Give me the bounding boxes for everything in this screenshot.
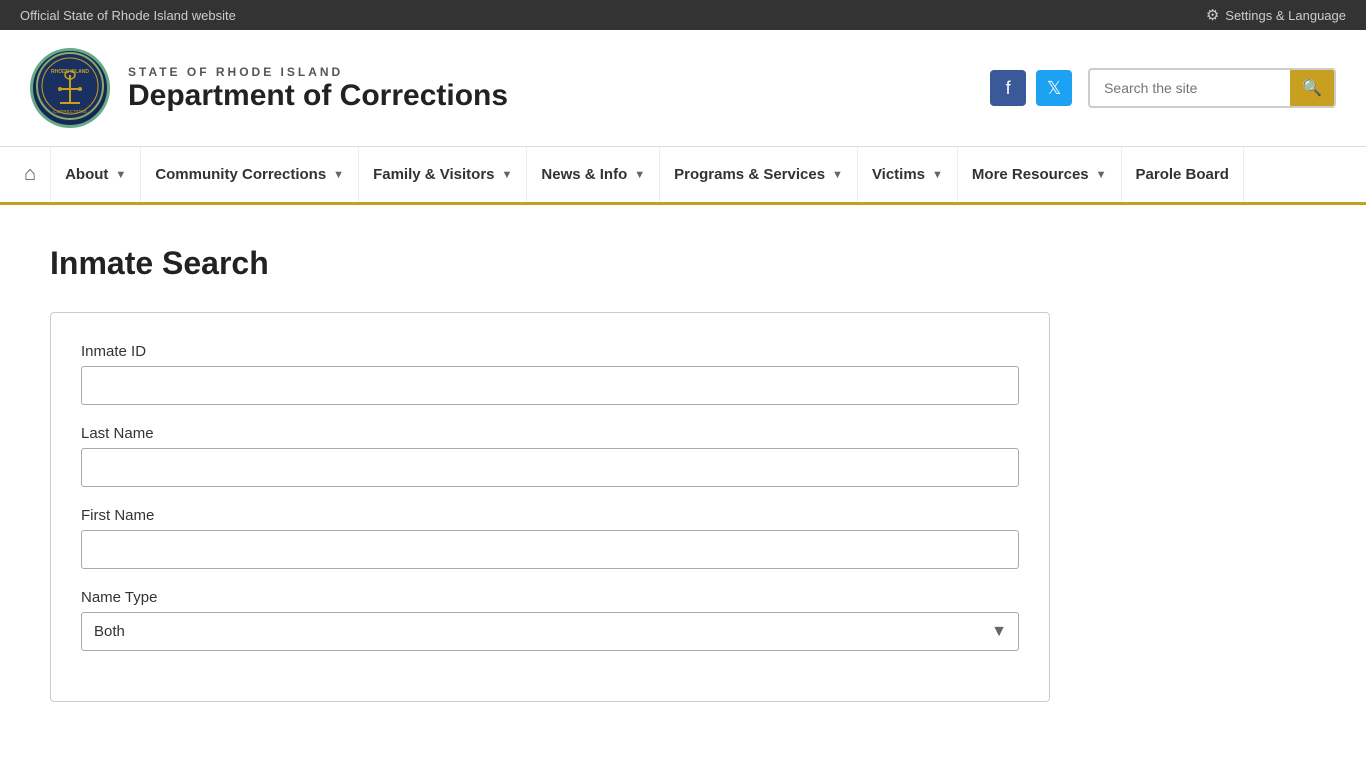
social-icons: f 𝕏 — [990, 70, 1072, 106]
state-label: STATE OF RHODE ISLAND — [128, 65, 508, 79]
twitter-link[interactable]: 𝕏 — [1036, 70, 1072, 106]
nav-about[interactable]: About ▼ — [51, 147, 141, 202]
nav-victims-label: Victims — [872, 166, 925, 183]
site-logo: RHODE ISLAND CORRECTIONS — [30, 48, 110, 128]
last-name-label: Last Name — [81, 425, 1019, 442]
svg-text:CORRECTIONS: CORRECTIONS — [53, 109, 86, 114]
gear-icon: ⚙ — [1206, 6, 1219, 24]
chevron-down-icon: ▼ — [932, 169, 943, 181]
last-name-group: Last Name — [81, 425, 1019, 487]
first-name-label: First Name — [81, 507, 1019, 524]
dept-name: Department of Corrections — [128, 79, 508, 112]
first-name-group: First Name — [81, 507, 1019, 569]
official-text: Official State of Rhode Island website — [20, 8, 236, 23]
main-content: Inmate Search Inmate ID Last Name First … — [0, 205, 1366, 742]
settings-label: Settings & Language — [1225, 8, 1346, 23]
svg-text:RHODE ISLAND: RHODE ISLAND — [51, 69, 89, 75]
twitter-icon: 𝕏 — [1047, 78, 1062, 99]
name-type-label: Name Type — [81, 589, 1019, 606]
inmate-id-input[interactable] — [81, 366, 1019, 405]
last-name-input[interactable] — [81, 448, 1019, 487]
nav-more-resources-label: More Resources — [972, 166, 1089, 183]
nav-parole-board-label: Parole Board — [1136, 166, 1229, 183]
nav-programs-services[interactable]: Programs & Services ▼ — [660, 147, 858, 202]
chevron-down-icon: ▼ — [832, 169, 843, 181]
nav-about-label: About — [65, 166, 108, 183]
nav-family-visitors-label: Family & Visitors — [373, 166, 494, 183]
nav-family-visitors[interactable]: Family & Visitors ▼ — [359, 147, 527, 202]
nav-community-corrections-label: Community Corrections — [155, 166, 326, 183]
nav-more-resources[interactable]: More Resources ▼ — [958, 147, 1122, 202]
chevron-down-icon: ▼ — [115, 169, 126, 181]
name-type-select[interactable]: Both Legal Name Alias — [81, 612, 1019, 651]
chevron-down-icon: ▼ — [333, 169, 344, 181]
chevron-down-icon: ▼ — [1096, 169, 1107, 181]
settings-language[interactable]: ⚙ Settings & Language — [1206, 6, 1346, 24]
first-name-input[interactable] — [81, 530, 1019, 569]
nav-victims[interactable]: Victims ▼ — [858, 147, 958, 202]
inmate-id-group: Inmate ID — [81, 343, 1019, 405]
name-type-select-wrapper: Both Legal Name Alias ▼ — [81, 612, 1019, 651]
search-button[interactable]: 🔍 — [1290, 70, 1334, 106]
nav-parole-board[interactable]: Parole Board — [1122, 147, 1244, 202]
nav-news-info[interactable]: News & Info ▼ — [527, 147, 660, 202]
nav-news-info-label: News & Info — [541, 166, 627, 183]
inmate-id-label: Inmate ID — [81, 343, 1019, 360]
nav-programs-services-label: Programs & Services — [674, 166, 825, 183]
facebook-link[interactable]: f — [990, 70, 1026, 106]
inmate-search-form: Inmate ID Last Name First Name Name Type… — [50, 312, 1050, 702]
site-header: RHODE ISLAND CORRECTIONS STATE OF RHODE … — [0, 30, 1366, 147]
header-title-block: STATE OF RHODE ISLAND Department of Corr… — [128, 65, 508, 112]
search-icon: 🔍 — [1302, 78, 1322, 98]
header-branding: RHODE ISLAND CORRECTIONS STATE OF RHODE … — [30, 48, 508, 128]
search-input[interactable] — [1090, 72, 1290, 104]
search-bar: 🔍 — [1088, 68, 1336, 108]
header-right: f 𝕏 🔍 — [990, 68, 1336, 108]
home-icon: ⌂ — [24, 163, 36, 186]
page-title: Inmate Search — [50, 245, 1316, 282]
chevron-down-icon: ▼ — [502, 169, 513, 181]
nav-home[interactable]: ⌂ — [10, 147, 51, 202]
name-type-group: Name Type Both Legal Name Alias ▼ — [81, 589, 1019, 651]
facebook-icon: f — [1006, 78, 1011, 99]
top-bar: Official State of Rhode Island website ⚙… — [0, 0, 1366, 30]
logo-image: RHODE ISLAND CORRECTIONS — [31, 48, 109, 128]
nav-community-corrections[interactable]: Community Corrections ▼ — [141, 147, 359, 202]
main-nav: ⌂ About ▼ Community Corrections ▼ Family… — [0, 147, 1366, 205]
chevron-down-icon: ▼ — [634, 169, 645, 181]
